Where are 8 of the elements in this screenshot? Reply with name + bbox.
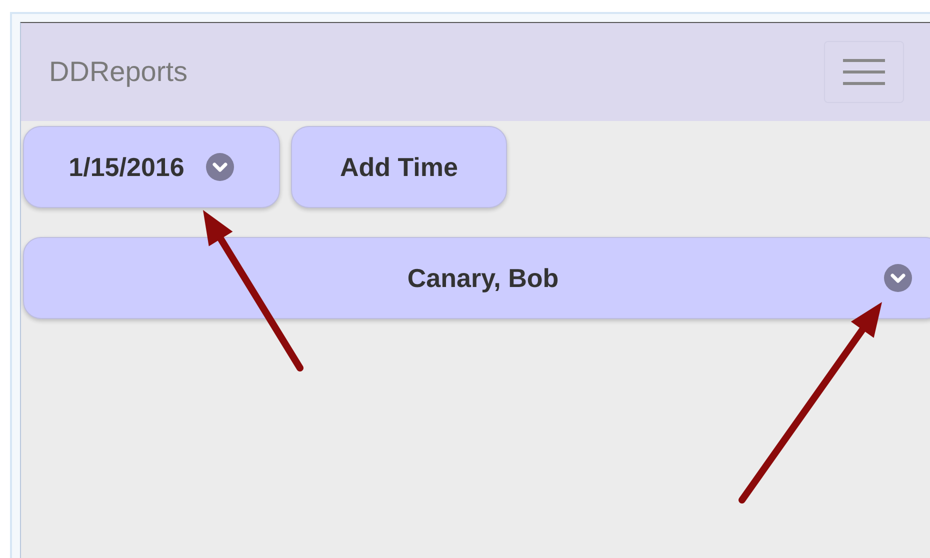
menu-icon (843, 58, 885, 86)
employee-select[interactable]: Canary, Bob (23, 237, 930, 319)
date-button[interactable]: 1/15/2016 (23, 126, 280, 208)
app-title: DDReports (49, 55, 188, 89)
chevron-down-icon (206, 153, 234, 181)
add-time-button[interactable]: Add Time (291, 126, 507, 208)
menu-button[interactable] (824, 41, 904, 103)
chevron-down-icon (884, 264, 912, 292)
